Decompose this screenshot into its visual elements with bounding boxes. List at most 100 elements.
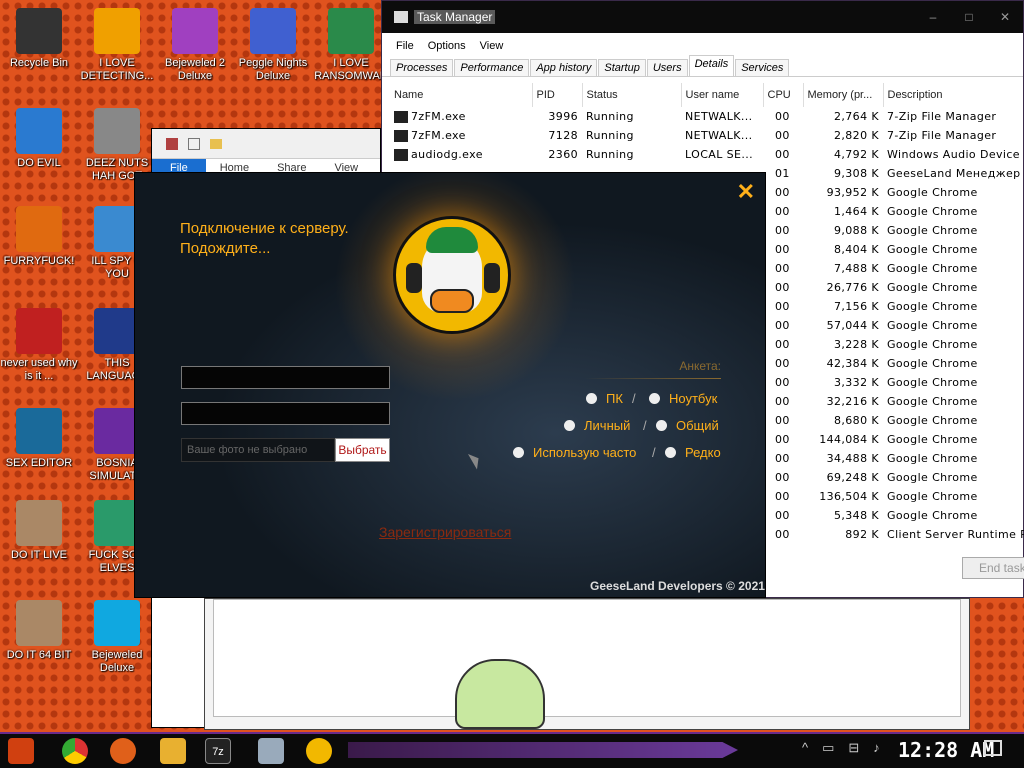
process-name: audiodg.exe bbox=[411, 148, 483, 161]
desktop-app-icon bbox=[328, 8, 374, 54]
column-header[interactable]: Status bbox=[582, 83, 682, 107]
desktop-icon[interactable]: Bejeweled 2 Deluxe bbox=[156, 8, 234, 83]
radio-shared[interactable]: Общий bbox=[656, 418, 719, 433]
file-explorer-icon[interactable] bbox=[160, 738, 186, 764]
notification-icon[interactable] bbox=[984, 740, 1002, 756]
table-cell: 7-Zip File Manager bbox=[887, 110, 997, 123]
close-icon[interactable]: ✕ bbox=[737, 179, 755, 205]
radio-laptop[interactable]: Ноутбук bbox=[649, 391, 717, 406]
radio-dot bbox=[665, 447, 676, 458]
table-cell: 26,776 K bbox=[826, 281, 879, 294]
table-cell: 00 bbox=[775, 110, 790, 123]
radio-personal[interactable]: Личный bbox=[564, 418, 630, 433]
tab-users[interactable]: Users bbox=[646, 59, 688, 76]
register-link[interactable]: Зарегистрироваться bbox=[379, 524, 511, 540]
background-app-window[interactable] bbox=[204, 598, 970, 730]
table-cell: 00 bbox=[775, 186, 790, 199]
radio-pc[interactable]: ПК bbox=[586, 391, 623, 406]
task-manager-taskbar-icon[interactable] bbox=[258, 738, 284, 764]
start-button-icon[interactable] bbox=[8, 738, 34, 764]
system-tray-icons[interactable]: ^▭⊟♪ bbox=[802, 740, 894, 756]
geeseland-taskbar-icon[interactable] bbox=[306, 738, 332, 764]
table-cell: Windows Audio Device ... bbox=[887, 148, 1024, 161]
table-cell: 00 bbox=[775, 338, 790, 351]
desktop-icon-label: I LOVE DETECTING... bbox=[80, 57, 154, 82]
table-cell: Google Chrome bbox=[887, 281, 978, 294]
column-header[interactable]: CPU bbox=[763, 83, 804, 107]
desktop-icon[interactable]: DO IT LIVE bbox=[0, 500, 78, 562]
7zip-icon[interactable]: 7z bbox=[205, 738, 231, 764]
desktop-icon[interactable]: Bejeweled Deluxe bbox=[78, 600, 156, 675]
table-cell: 9,088 K bbox=[833, 224, 879, 237]
radio-often[interactable]: Использую часто bbox=[513, 445, 636, 460]
table-cell: 69,248 K bbox=[826, 471, 879, 484]
properties-icon[interactable] bbox=[188, 137, 200, 150]
table-row[interactable]: audiodg.exe 2360 Running LOCAL SE... 00 4,792… bbox=[390, 145, 1024, 164]
folder-icon[interactable] bbox=[210, 138, 222, 149]
column-header[interactable]: Description bbox=[883, 83, 1024, 107]
table-cell: 00 bbox=[775, 433, 790, 446]
choose-photo-button[interactable]: Выбрать bbox=[335, 438, 390, 462]
tab-services[interactable]: Services bbox=[735, 59, 790, 76]
column-header[interactable]: PID bbox=[532, 83, 583, 107]
desktop-icon[interactable]: DO EVIL bbox=[0, 108, 78, 170]
clock[interactable]: 12:28 AM bbox=[898, 738, 994, 762]
table-cell: 136,504 K bbox=[819, 490, 879, 503]
menu-view[interactable]: View bbox=[480, 40, 504, 52]
desktop-icon[interactable]: FURRYFUCK! bbox=[0, 206, 78, 268]
login-input[interactable] bbox=[181, 366, 390, 389]
geeseland-dialog[interactable]: Подключение к серверу. Подождите... ✕ Ва… bbox=[134, 172, 766, 598]
desktop-icon[interactable]: Peggle Nights Deluxe bbox=[234, 8, 312, 83]
desktop-app-icon bbox=[16, 308, 62, 354]
tab-details[interactable]: Details bbox=[688, 55, 735, 76]
table-cell: Google Chrome bbox=[887, 319, 978, 332]
table-cell: LOCAL SE... bbox=[685, 148, 754, 161]
table-row[interactable]: 7zFM.exe 3996 Running NETWALK... 00 2,764 K 7-… bbox=[390, 107, 1024, 126]
desktop-icon[interactable]: never used why is it ... bbox=[0, 308, 78, 383]
end-task-button[interactable]: End task bbox=[962, 557, 1024, 579]
firefox-icon[interactable] bbox=[110, 738, 136, 764]
table-cell: 34,488 K bbox=[826, 452, 879, 465]
tab-processes[interactable]: Processes bbox=[390, 59, 454, 76]
table-cell: 00 bbox=[775, 414, 790, 427]
desktop-icon[interactable]: SEX EDITOR bbox=[0, 408, 78, 470]
desktop-app-icon bbox=[16, 600, 62, 646]
menu-options[interactable]: Options bbox=[428, 40, 466, 52]
column-header[interactable]: Name bbox=[390, 83, 533, 107]
minimize-button[interactable]: – bbox=[915, 10, 951, 24]
close-button[interactable]: ✕ bbox=[987, 10, 1023, 24]
table-cell: 144,084 K bbox=[819, 433, 879, 446]
desktop-app-icon bbox=[250, 8, 296, 54]
chrome-icon[interactable] bbox=[62, 738, 88, 764]
option-separator: / bbox=[652, 445, 656, 460]
desktop-icon[interactable]: Recycle Bin bbox=[0, 8, 78, 70]
table-cell: 00 bbox=[775, 376, 790, 389]
tab-app-history[interactable]: App history bbox=[530, 59, 598, 76]
table-header: Name PID Status User name CPU Memory (pr... De… bbox=[390, 83, 1024, 107]
table-cell: 8,680 K bbox=[833, 414, 879, 427]
table-cell: Google Chrome bbox=[887, 490, 978, 503]
menu-file[interactable]: File bbox=[396, 40, 414, 52]
column-header[interactable]: User name bbox=[681, 83, 764, 107]
explorer-titlebar bbox=[152, 129, 380, 159]
table-row[interactable]: 7zFM.exe 7128 Running NETWALK... 00 2,820 K 7-… bbox=[390, 126, 1024, 145]
desktop-app-icon bbox=[94, 108, 140, 154]
table-cell: 00 bbox=[775, 262, 790, 275]
tab-performance[interactable]: Performance bbox=[454, 59, 530, 76]
headphone-left bbox=[406, 263, 422, 293]
password-input[interactable] bbox=[181, 402, 390, 425]
maximize-button[interactable]: □ bbox=[951, 10, 987, 24]
desktop-icon-label: I LOVE RANSOMWAR bbox=[314, 57, 388, 82]
column-header[interactable]: Memory (pr... bbox=[803, 83, 884, 107]
table-cell: 57,044 K bbox=[826, 319, 879, 332]
radio-rarely[interactable]: Редко bbox=[665, 445, 721, 460]
desktop-icon-label: DO EVIL bbox=[17, 157, 61, 169]
task-manager-icon bbox=[394, 11, 408, 23]
tab-startup[interactable]: Startup bbox=[598, 59, 646, 76]
desktop-app-icon bbox=[94, 8, 140, 54]
table-cell: 00 bbox=[775, 224, 790, 237]
desktop-icon[interactable]: DO IT 64 BIT bbox=[0, 600, 78, 662]
table-cell: 8,404 K bbox=[833, 243, 879, 256]
desktop-icon[interactable]: I LOVE DETECTING... bbox=[78, 8, 156, 83]
desktop-icon[interactable]: I LOVE RANSOMWAR bbox=[312, 8, 390, 83]
